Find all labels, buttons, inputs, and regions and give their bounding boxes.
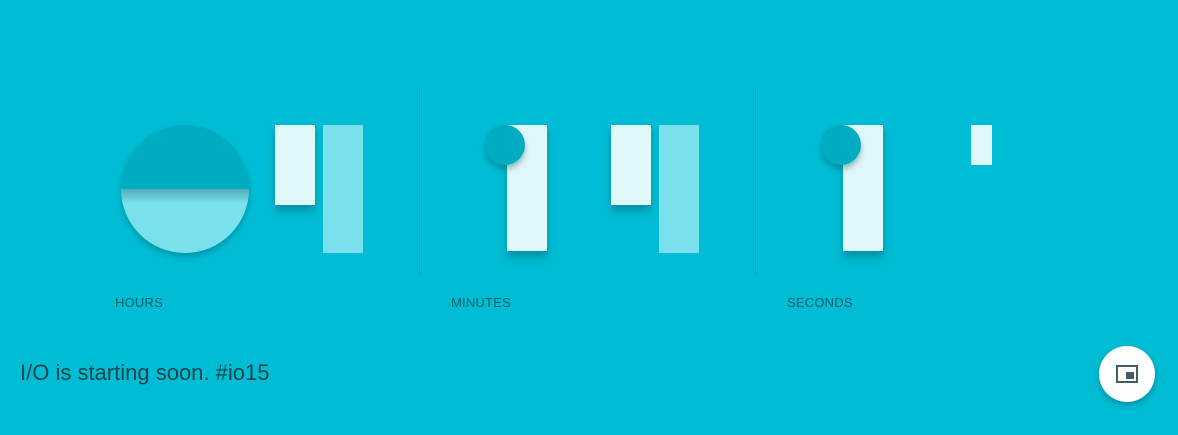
hours-digit-4-stem: [323, 125, 363, 253]
hours-label: HOURS: [115, 295, 163, 310]
divider: [419, 88, 420, 275]
status-message: I/O is starting soon. #io15: [20, 360, 270, 385]
seconds-digit-transition-block: [971, 125, 992, 165]
hours-digit-0: [121, 125, 249, 253]
hours-digit-4-upper-bar: [275, 125, 315, 205]
seconds-digit-1-dot: [821, 125, 861, 165]
minutes-digit-1-dot: [485, 125, 525, 165]
picture-in-picture-icon: [1116, 365, 1138, 383]
seconds-label: SECONDS: [787, 295, 853, 310]
minutes-digit-4-stem: [659, 125, 699, 253]
minutes-digit-4-upper-bar: [611, 125, 651, 205]
minutes-label: MINUTES: [451, 295, 511, 310]
picture-in-picture-button[interactable]: [1099, 346, 1155, 402]
divider: [755, 88, 756, 275]
